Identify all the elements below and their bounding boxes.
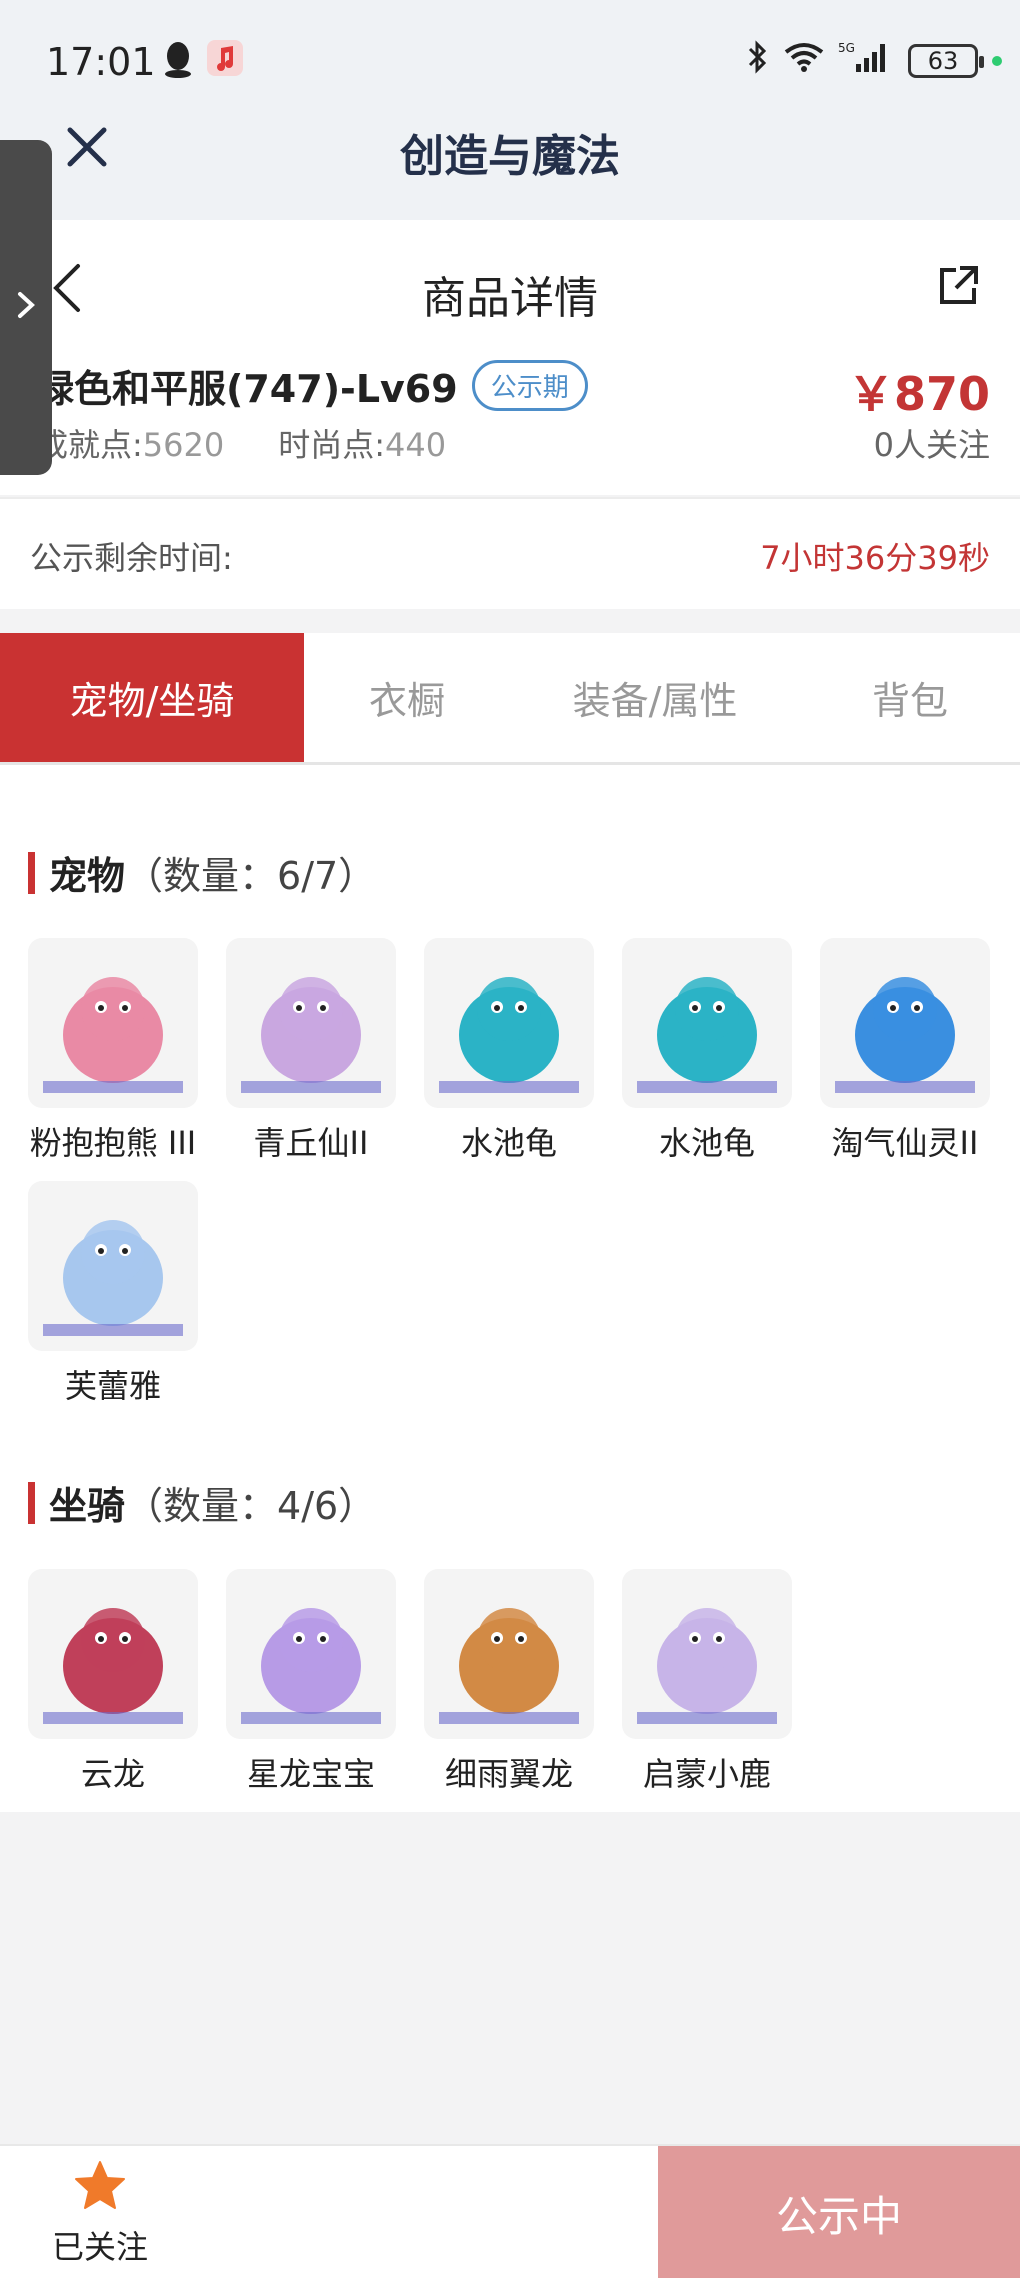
product-name: 绿色和平服(747)-Lv69 公示期: [36, 358, 588, 413]
pets-section-title: 宠物 （数量：6/7）: [28, 845, 376, 900]
pet-portrait-icon: [637, 977, 777, 1093]
pet-name: 水池龟: [658, 1124, 755, 1162]
mount-thumbnail: [424, 1569, 594, 1739]
pets-grid: 粉抱抱熊 III 青丘仙II 水池龟 水池龟 淘气仙灵II 芙蕾雅: [28, 938, 1008, 1405]
pet-item[interactable]: 水池龟: [622, 938, 792, 1164]
tab-equipment-attributes[interactable]: 装备/属性: [510, 633, 800, 762]
privacy-dot: [992, 55, 1002, 66]
pet-portrait-icon: [43, 1220, 183, 1336]
fashion-label: 时尚点:: [278, 426, 386, 464]
pet-item[interactable]: 粉抱抱熊 III: [28, 938, 198, 1164]
mount-portrait-icon: [637, 1608, 777, 1724]
mount-name: 启蒙小鹿: [642, 1755, 771, 1793]
chevron-right-icon: [18, 292, 35, 318]
category-tabs: 宠物/坐骑 衣橱 装备/属性 背包: [0, 633, 1020, 765]
music-app-icon: [207, 40, 243, 82]
app-title: 创造与魔法: [400, 131, 620, 182]
bluetooth-icon: [746, 40, 770, 81]
mount-portrait-icon: [439, 1608, 579, 1724]
tab-backpack[interactable]: 背包: [800, 633, 1020, 762]
signal-icon: 5G: [838, 40, 894, 81]
status-badge: 公示期: [471, 360, 588, 411]
pet-thumbnail: [226, 938, 396, 1108]
page-title: 商品详情: [422, 273, 598, 324]
mount-thumbnail: [226, 1569, 396, 1739]
pet-thumbnail: [622, 938, 792, 1108]
qq-icon: [163, 40, 193, 82]
notice-label: 公示剩余时间:: [30, 539, 233, 577]
product-detail-header: 商品详情 绿色和平服(747)-Lv69 公示期 成就点:5620 时尚点:44…: [0, 220, 1020, 495]
mounts-section-title: 坐骑 （数量：4/6）: [28, 1475, 376, 1530]
pet-name: 淘气仙灵II: [831, 1124, 979, 1162]
follower-count: 0人关注: [873, 426, 990, 464]
app-header: 创造与魔法: [0, 110, 1020, 220]
star-icon: [75, 2161, 125, 2209]
product-stats: 成就点:5620 时尚点:440: [36, 420, 446, 466]
bottom-bar: 已关注 公示中: [0, 2144, 1020, 2278]
pet-item[interactable]: 青丘仙II: [226, 938, 396, 1164]
svg-text:5G: 5G: [838, 41, 855, 55]
wifi-icon: [784, 42, 824, 79]
mount-name: 云龙: [80, 1755, 145, 1793]
notice-remaining-row: 公示剩余时间: 7小时36分39秒: [0, 497, 1020, 609]
pet-name: 水池龟: [460, 1124, 557, 1162]
mount-name: 星龙宝宝: [246, 1755, 375, 1793]
price: ￥870: [847, 367, 990, 421]
mount-item[interactable]: 启蒙小鹿: [622, 1569, 792, 1795]
mount-thumbnail: [622, 1569, 792, 1739]
pet-thumbnail: [28, 1181, 198, 1351]
status-time: 17:01: [46, 40, 156, 84]
follow-label: 已关注: [51, 2228, 148, 2266]
mount-name: 细雨翼龙: [444, 1755, 573, 1793]
fashion-value: 440: [385, 426, 447, 464]
pet-portrait-icon: [439, 977, 579, 1093]
pet-portrait-icon: [835, 977, 975, 1093]
pet-thumbnail: [424, 938, 594, 1108]
mount-portrait-icon: [43, 1608, 183, 1724]
tab-wardrobe[interactable]: 衣橱: [304, 633, 510, 762]
achievement-value: 5620: [142, 426, 225, 464]
pet-item[interactable]: 芙蕾雅: [28, 1181, 198, 1407]
pet-thumbnail: [820, 938, 990, 1108]
mount-thumbnail: [28, 1569, 198, 1739]
pet-portrait-icon: [43, 977, 183, 1093]
pet-name: 粉抱抱熊 III: [29, 1124, 197, 1162]
follow-button[interactable]: 已关注: [40, 2158, 160, 2268]
tab-pets-mounts[interactable]: 宠物/坐骑: [0, 633, 304, 762]
share-icon[interactable]: [936, 264, 980, 312]
pet-name: 青丘仙II: [253, 1124, 369, 1162]
tab-content: 宠物 （数量：6/7） 粉抱抱熊 III 青丘仙II 水池龟 水池龟 淘气仙灵II 芙蕾雅…: [0, 765, 1020, 1812]
notice-remaining-time: 7小时36分39秒: [760, 539, 990, 577]
pet-item[interactable]: 水池龟: [424, 938, 594, 1164]
pet-portrait-icon: [241, 977, 381, 1093]
mount-item[interactable]: 云龙: [28, 1569, 198, 1795]
battery-indicator: 63: [908, 43, 984, 78]
achievement-label: 成就点:: [36, 426, 143, 464]
floating-side-tab[interactable]: [0, 140, 52, 475]
pet-thumbnail: [28, 938, 198, 1108]
pet-item[interactable]: 淘气仙灵II: [820, 938, 990, 1164]
public-status-button[interactable]: 公示中: [658, 2146, 1020, 2278]
page: 17:01 5G 63 创造与魔法 商品详情 绿色和平服(747)-Lv69 公…: [0, 0, 1020, 2278]
pet-name: 芙蕾雅: [64, 1367, 161, 1405]
mount-item[interactable]: 细雨翼龙: [424, 1569, 594, 1795]
mounts-grid: 云龙 星龙宝宝 细雨翼龙 启蒙小鹿: [28, 1569, 1008, 1799]
mount-portrait-icon: [241, 1608, 381, 1724]
mount-item[interactable]: 星龙宝宝: [226, 1569, 396, 1795]
